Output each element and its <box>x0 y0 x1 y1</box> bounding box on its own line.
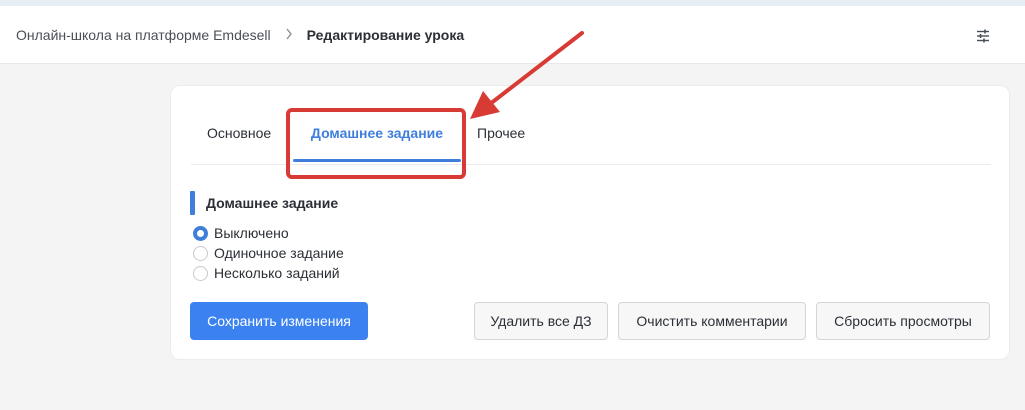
save-changes-button[interactable]: Сохранить изменения <box>190 302 368 340</box>
delete-all-homework-button[interactable]: Удалить все ДЗ <box>474 302 608 340</box>
page-header: Онлайн-школа на платформе Emdesell Редак… <box>0 6 1025 64</box>
tab-main[interactable]: Основное <box>207 112 271 162</box>
radio-label: Несколько заданий <box>214 265 340 281</box>
tab-other[interactable]: Прочее <box>477 112 525 162</box>
radio-button[interactable] <box>193 265 208 281</box>
radio-label: Выключено <box>214 225 289 241</box>
radio-button[interactable] <box>193 245 208 261</box>
radio-option-single[interactable]: Одиночное задание <box>193 244 344 262</box>
active-tab-underline <box>293 159 461 162</box>
reset-views-button[interactable]: Сбросить просмотры <box>816 302 990 340</box>
section-label: Домашнее задание <box>206 195 339 211</box>
radio-label: Одиночное задание <box>214 245 344 261</box>
breadcrumb-separator-icon <box>285 27 293 43</box>
section-accent-bar <box>190 191 195 215</box>
breadcrumb: Онлайн-школа на платформе Emdesell Редак… <box>16 6 464 64</box>
radio-option-multiple[interactable]: Несколько заданий <box>193 264 340 282</box>
radio-option-disabled[interactable]: Выключено <box>193 224 289 242</box>
homework-section-title: Домашнее задание <box>190 191 338 215</box>
breadcrumb-current: Редактирование урока <box>306 27 465 43</box>
radio-button-checked[interactable] <box>193 225 208 241</box>
sliders-icon[interactable] <box>972 25 994 47</box>
clear-comments-button[interactable]: Очистить комментарии <box>618 302 806 340</box>
breadcrumb-parent-link[interactable]: Онлайн-школа на платформе Emdesell <box>16 27 271 43</box>
tab-homework[interactable]: Домашнее задание <box>293 112 461 162</box>
tab-homework-label: Домашнее задание <box>310 125 444 141</box>
tab-bar: Основное Домашнее задание Прочее <box>191 112 991 165</box>
